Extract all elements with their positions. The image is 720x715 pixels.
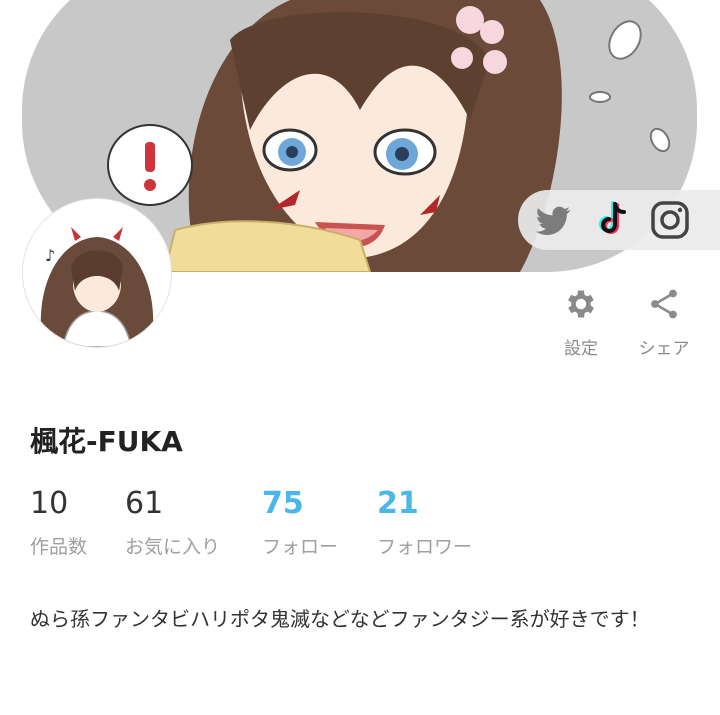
stat-works-count: 10	[30, 486, 69, 521]
stat-favorites[interactable]: 61 お気に入り	[125, 482, 220, 559]
stat-followers[interactable]: 21 フォロワー	[377, 482, 472, 559]
stat-favorites-label: お気に入り	[125, 536, 221, 558]
avatar-illustration: ♪	[23, 199, 171, 347]
stat-followers-label: フォロワー	[377, 536, 473, 558]
svg-text:♪: ♪	[45, 246, 55, 265]
stat-works[interactable]: 10 作品数	[30, 482, 87, 559]
twitter-icon[interactable]	[532, 198, 576, 242]
settings-label: 設定	[564, 339, 598, 359]
profile-bio: ぬら孫ファンタビハリポタ鬼滅などなどファンタジー系が好きです！	[30, 607, 650, 631]
stat-works-label: 作品数	[30, 536, 88, 558]
stat-following[interactable]: 75 フォロー	[262, 482, 338, 559]
stat-favorites-count: 61	[125, 486, 164, 521]
share-button[interactable]: シェア	[636, 286, 692, 359]
tiktok-icon[interactable]	[590, 198, 634, 242]
profile-name: 楓花-FUKA	[30, 425, 183, 458]
settings-button[interactable]: 設定	[560, 286, 602, 359]
stat-followers-count: 21	[377, 486, 419, 521]
stat-following-label: フォロー	[262, 536, 339, 558]
gear-icon	[568, 290, 594, 318]
share-icon	[651, 289, 677, 319]
instagram-icon[interactable]	[648, 198, 692, 242]
share-label: シェア	[638, 339, 690, 359]
social-links-bar	[518, 190, 720, 250]
stat-following-count: 75	[262, 486, 304, 521]
avatar[interactable]: ♪	[23, 199, 171, 347]
